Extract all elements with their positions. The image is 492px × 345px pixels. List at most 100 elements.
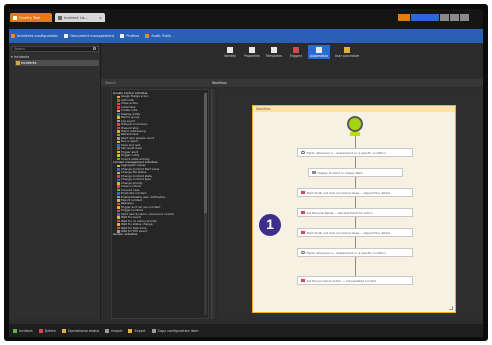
activity-icon [117,209,120,213]
step-callout-badge: 1 [258,213,282,237]
toolbar-incidents-configuration[interactable]: Incidents configuration [11,34,58,38]
tab-label: Quality Tool [19,15,40,20]
ribbon: Identity Properties Templates Triggers A… [101,43,483,79]
search-placeholder: Search [14,47,25,51]
workflow-node-condition[interactable]: Fields: whenever a... Assessment or: a s… [297,248,413,257]
list-icon [58,15,62,20]
activity-label: Generic activities [113,232,138,237]
activity-icon [117,147,120,151]
toolbar-label: Profiles [126,34,140,38]
action-icon [128,328,133,333]
workflow-node-red[interactable]: Set Personal Result — Variable Fields fo… [297,208,413,217]
flow-connector [355,257,356,276]
activity-icon [117,188,120,192]
ribbon-automation-button[interactable]: Automation [308,45,330,59]
activity-icon [117,223,120,226]
action-icon [105,328,110,333]
bottom-action-3[interactable]: Import [105,328,122,333]
bottom-action-bar: Incident Delete Operational status Import Ex… [9,324,483,337]
workflow-node-act[interactable]: Display Incident or: Assign Team [308,168,403,177]
ribbon-properties-button[interactable]: Properties [241,47,263,58]
left-navigation: Search ▾ Incidents Incidents [9,43,101,319]
minimize-button[interactable] [440,14,449,21]
canvas-title: Workflow [212,81,227,85]
notification-icon[interactable] [398,14,410,21]
activity-search-input[interactable]: Search [105,81,197,85]
toolbar-document-management[interactable]: Document management [64,34,114,38]
flow-connector [355,217,356,228]
close-window-button[interactable] [460,14,469,21]
node-label: Set Personal Result — Variable Fields fo… [306,210,373,215]
activity-icon [117,95,120,99]
workflow-node-red[interactable]: Start Verify and User procedure steps — … [297,188,413,197]
workflow-node-red[interactable]: Start Verify and User procedure steps — … [297,228,413,237]
search-icon[interactable] [93,47,96,50]
flow-connector [355,197,356,208]
title-bar: Quality Tool Incident Lis... × [9,9,483,29]
window-controls [398,14,469,21]
ribbon-label: Automation [309,54,329,58]
tab-quality-tool[interactable]: Quality Tool [10,13,52,22]
bottom-action-4[interactable]: Export [128,328,146,333]
tree-item-selected[interactable]: Incidents [15,60,99,66]
action-label: Incident [19,328,33,333]
scrollbar[interactable] [204,93,207,315]
activity-icon [117,164,120,168]
bottom-action-2[interactable]: Operational status [61,328,100,333]
action-label: Export [134,328,146,333]
action-icon [301,210,305,215]
bottom-action-1[interactable]: Delete [38,328,56,333]
maximize-button[interactable] [450,14,459,21]
condition-icon [301,150,305,155]
activity-icon [117,116,120,119]
workflow-node-red[interactable]: Set the procedure Action — Consolidated … [297,276,413,285]
workflow-header: Workflow [253,106,455,112]
node-label: Fields: whenever a... Assessment or: a s… [306,150,386,155]
action-label: Operational status [67,328,100,333]
action-label: Copy configuration item [157,328,199,333]
activity-icon [117,106,120,109]
condition-icon [301,250,305,255]
toolbar-audit-trails[interactable]: Audit Trails [145,34,171,38]
node-label: Start Verify and User procedure steps — … [306,230,391,235]
workflow-canvas: Workflow Fields: whenever a... Assessmen… [219,89,483,319]
close-icon[interactable]: × [96,16,102,20]
toolbar-profiles[interactable]: Profiles [120,34,139,38]
user-account-button[interactable] [411,14,439,21]
activity-icon [117,130,120,133]
activity-group-header[interactable]: Generic activities [113,233,137,236]
node-label: Display Incident or: Assign Team [317,170,363,175]
app-window: Quality Tool Incident Lis... × Incidents… [9,9,483,337]
tab-incident-list[interactable]: Incident Lis... × [55,13,105,22]
activity-icon [117,168,120,171]
activity-icon [117,133,120,137]
folder-icon [16,61,20,65]
activity-icon [117,175,120,178]
action-icon [301,278,305,283]
scrollbar-thumb[interactable] [204,93,207,213]
action-icon [61,328,66,333]
users-icon [120,34,125,38]
node-label: Start Verify and User procedure steps — … [306,190,391,195]
start-node[interactable] [347,116,363,132]
bolt-icon [344,47,350,53]
workflow-node-condition[interactable]: Fields: whenever a... Assessment or: a s… [297,148,413,157]
ribbon-user-procedure-button[interactable]: User procedure [333,47,361,58]
wrench-icon [11,34,15,38]
ribbon-templates-button[interactable]: Templates [263,47,285,58]
tab-label: Incident Lis... [64,15,88,20]
activity-icon [117,199,120,202]
activity-icon [117,137,120,140]
bottom-action-0[interactable]: Incident [13,328,33,333]
nav-search-input[interactable]: Search [11,46,99,52]
action-icon [13,328,17,333]
resize-grip[interactable] [449,306,453,310]
ribbon-triggers-button[interactable]: Triggers [285,47,307,58]
ribbon-identity-button[interactable]: Identity [219,47,241,58]
activity-icon [117,185,120,188]
tree-root[interactable]: ▾ Incidents [11,55,29,59]
panel-splitter[interactable] [211,89,215,319]
activity-icon [117,226,120,230]
workflow-container[interactable]: Workflow Fields: whenever a... Assessmen… [252,105,456,313]
bottom-action-5[interactable]: Copy configuration item [151,328,199,333]
